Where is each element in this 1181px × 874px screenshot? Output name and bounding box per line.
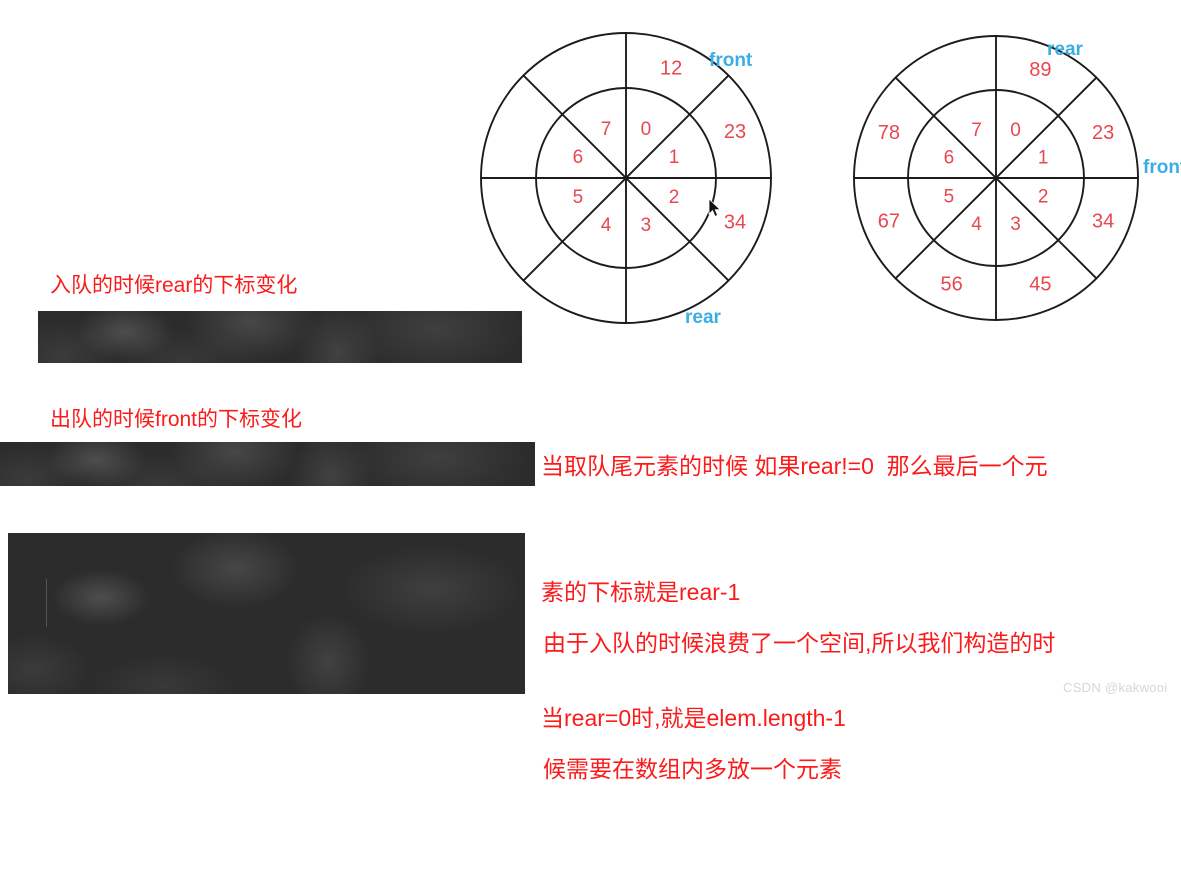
inner-cell-2: 2: [1038, 187, 1049, 208]
outer-cell-89: 89: [1029, 59, 1051, 81]
outer-cell-23: 23: [1092, 122, 1114, 144]
code-texture-overlay: [38, 311, 522, 363]
front-label-after: front: [1143, 157, 1181, 178]
inner-cell-3: 3: [641, 215, 652, 236]
csdn-watermark: CSDN @kakwooi: [1063, 680, 1168, 695]
mouse-cursor-icon: [708, 198, 722, 223]
inner-cell-3: 3: [1010, 214, 1021, 235]
inner-cell-2: 2: [669, 187, 680, 208]
constructor-note: 由于入队的时候浪费了一个空间,所以我们构造的时 候需要在数组内多放一个元素: [543, 538, 1055, 874]
circular-queue-diagram-after: 0123456789233445566778 rear front: [851, 33, 1181, 325]
outer-cell-67: 67: [878, 211, 900, 233]
inner-cell-4: 4: [601, 215, 612, 236]
outer-cell-45: 45: [1029, 273, 1051, 295]
inner-cell-0: 0: [1010, 120, 1021, 141]
rear-label-after: rear: [1047, 39, 1084, 60]
inner-cell-7: 7: [971, 120, 982, 141]
rear-label-before: rear: [685, 307, 722, 328]
constructor-note-line-2: 候需要在数组内多放一个元素: [543, 756, 842, 782]
outer-cell-23: 23: [724, 121, 746, 143]
dequeue-front-code-block: front = (front + 1) % elem.length;: [0, 442, 535, 486]
slide-canvas: 0 1 2 3 4 5 6 7 12 23 34 front rear 0 1 2 3 4 5 6 7 89 23 34…: [0, 0, 1181, 782]
outer-cell-12: 12: [660, 57, 682, 79]
outer-cell-56: 56: [940, 273, 962, 295]
inner-cell-1: 1: [669, 147, 680, 168]
inner-cell-5: 5: [573, 187, 584, 208]
inner-cell-6: 6: [944, 147, 955, 168]
outer-cell-34: 34: [724, 211, 746, 233]
dequeue-note-title: 出队的时候front的下标变化: [50, 408, 303, 431]
code-texture-overlay: [0, 442, 535, 486]
circular-queue-svg-after: 0123456789233445566778 rear front: [853, 35, 1181, 321]
inner-cell-5: 5: [944, 187, 955, 208]
front-label-before: front: [709, 50, 753, 71]
inner-cell-7: 7: [601, 119, 612, 140]
indent-guide: [46, 579, 47, 627]
enqueue-rear-code-block: rear = (rear+1) % elem.length;: [38, 311, 522, 363]
inner-cell-4: 4: [971, 214, 982, 235]
enqueue-note-title: 入队的时候rear的下标变化: [50, 274, 298, 297]
outer-cell-34: 34: [1092, 211, 1114, 233]
outer-cell-78: 78: [878, 122, 900, 144]
circular-queue-svg-before: 01234567122334 front rear: [480, 32, 772, 328]
circular-queue-diagram-before: 0 1 2 3 4 5 6 7 12 23 34 front rear: [480, 32, 773, 328]
code-texture-overlay: [8, 533, 525, 694]
constructor-note-line-1: 由于入队的时候浪费了一个空间,所以我们构造的时: [543, 630, 1056, 656]
constructor-code-block: public MyCircularQueue(int k) { elem = n…: [8, 533, 525, 694]
tail-rule-line-1: 当取队尾元素的时候 如果rear!=0 那么最后一个元: [541, 453, 1048, 479]
inner-cell-1: 1: [1038, 147, 1049, 168]
inner-cell-0: 0: [641, 119, 652, 140]
inner-cell-6: 6: [573, 147, 584, 168]
